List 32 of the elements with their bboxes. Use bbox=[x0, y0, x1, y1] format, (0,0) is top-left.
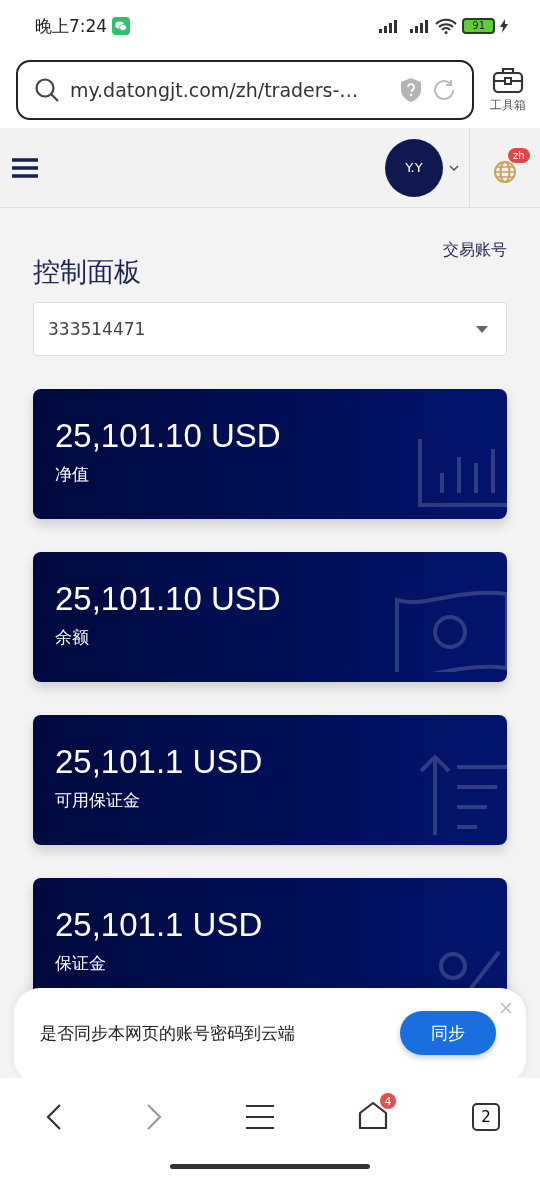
wifi-icon bbox=[435, 18, 458, 34]
notification-badge: 4 bbox=[380, 1093, 396, 1109]
globe-icon[interactable] bbox=[493, 159, 517, 184]
back-icon[interactable] bbox=[46, 1103, 62, 1131]
card-amount: 25,101.10 USD bbox=[55, 417, 282, 455]
dropdown-caret-icon bbox=[476, 325, 488, 333]
card-amount: 25,101.1 USD bbox=[55, 906, 264, 944]
charging-icon bbox=[500, 19, 508, 33]
user-avatar[interactable]: Y.Y bbox=[385, 138, 443, 197]
banknote-icon bbox=[395, 588, 507, 672]
battery-indicator: 91 bbox=[462, 18, 495, 34]
card-label: 可用保证金 bbox=[55, 789, 141, 812]
chat-app-icon bbox=[112, 17, 131, 35]
bar-chart-icon bbox=[417, 439, 507, 509]
card-label: 净值 bbox=[55, 463, 90, 486]
card-amount: 25,101.1 USD bbox=[55, 743, 264, 781]
language-badge: zh bbox=[508, 147, 530, 163]
status-time: 晚上7:24 bbox=[35, 14, 108, 38]
search-icon bbox=[34, 77, 60, 103]
caret-icon[interactable] bbox=[449, 164, 459, 171]
tabs-button[interactable]: 2 bbox=[472, 1103, 500, 1131]
card-label: 保证金 bbox=[55, 952, 107, 975]
page-title: 控制面板 bbox=[33, 255, 141, 289]
prompt-text: 是否同步本网页的账号密码到云端 bbox=[40, 1021, 296, 1045]
sync-button[interactable]: 同步 bbox=[400, 1011, 496, 1055]
menu-icon[interactable] bbox=[12, 156, 38, 179]
account-select[interactable]: 333514471 bbox=[33, 302, 507, 356]
menu-icon[interactable] bbox=[246, 1103, 274, 1131]
toolbox-button[interactable]: 工具箱 bbox=[490, 66, 526, 114]
card-amount: 25,101.10 USD bbox=[55, 580, 282, 618]
card-label: 余额 bbox=[55, 626, 90, 649]
trading-account-link[interactable]: 交易账号 bbox=[443, 240, 507, 261]
